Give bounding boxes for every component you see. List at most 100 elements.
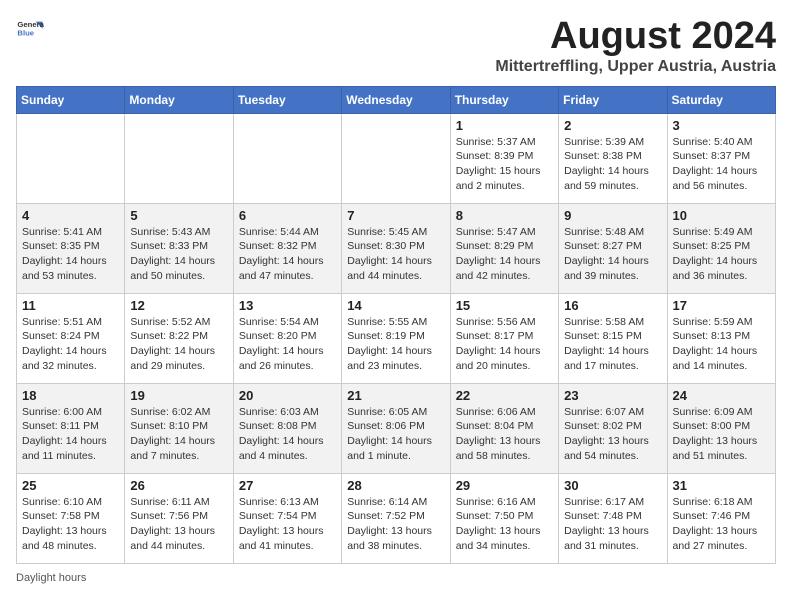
calendar-cell: 23Sunrise: 6:07 AM Sunset: 8:02 PM Dayli… xyxy=(559,383,667,473)
column-header-monday: Monday xyxy=(125,86,233,113)
calendar-cell: 10Sunrise: 5:49 AM Sunset: 8:25 PM Dayli… xyxy=(667,203,775,293)
calendar-cell: 24 Sunrise: 6:09 AM Sunset: 8:00 PM Dayli… xyxy=(667,383,775,473)
day-info: Sunrise: 6:13 AM Sunset: 7:54 PM Dayligh… xyxy=(239,495,336,554)
page-title: August 2024 xyxy=(495,16,776,58)
calendar-cell: 9 Sunrise: 5:48 AM Sunset: 8:27 PM Daylig… xyxy=(559,203,667,293)
calendar-cell: 28Sunrise: 6:14 AM Sunset: 7:52 PM Dayli… xyxy=(342,473,450,563)
day-number: 30 xyxy=(564,478,661,493)
calendar-cell: 22Sunrise: 6:06 AM Sunset: 8:04 PM Dayli… xyxy=(450,383,558,473)
day-number: 15 xyxy=(456,298,553,313)
calendar-week-4: 18Sunrise: 6:00 AM Sunset: 8:11 PM Dayli… xyxy=(17,383,776,473)
calendar-week-1: 1Sunrise: 5:37 AM Sunset: 8:39 PM Daylig… xyxy=(17,113,776,203)
header-row: SundayMondayTuesdayWednesdayThursdayFrid… xyxy=(17,86,776,113)
calendar-cell: 21 Sunrise: 6:05 AM Sunset: 8:06 PM Dayli… xyxy=(342,383,450,473)
day-number: 1 xyxy=(456,118,553,133)
day-info: Sunrise: 5:58 AM Sunset: 8:15 PM Dayligh… xyxy=(564,315,661,374)
day-info: Sunrise: 5:45 AM Sunset: 8:30 PM Dayligh… xyxy=(347,225,444,284)
calendar-cell: 1Sunrise: 5:37 AM Sunset: 8:39 PM Daylig… xyxy=(450,113,558,203)
calendar-cell: 4Sunrise: 5:41 AM Sunset: 8:35 PM Daylig… xyxy=(17,203,125,293)
calendar-cell: 3 Sunrise: 5:40 AM Sunset: 8:37 PM Daylig… xyxy=(667,113,775,203)
calendar-week-2: 4Sunrise: 5:41 AM Sunset: 8:35 PM Daylig… xyxy=(17,203,776,293)
calendar-cell: 16 Sunrise: 5:58 AM Sunset: 8:15 PM Dayli… xyxy=(559,293,667,383)
calendar-cell: 26Sunrise: 6:11 AM Sunset: 7:56 PM Dayli… xyxy=(125,473,233,563)
logo: General Blue xyxy=(16,16,44,44)
calendar-cell: 2 Sunrise: 5:39 AM Sunset: 8:38 PM Daylig… xyxy=(559,113,667,203)
day-number: 19 xyxy=(130,388,227,403)
calendar-cell: 29 Sunrise: 6:16 AM Sunset: 7:50 PM Dayli… xyxy=(450,473,558,563)
calendar-table: SundayMondayTuesdayWednesdayThursdayFrid… xyxy=(16,86,776,564)
day-number: 11 xyxy=(22,298,119,313)
day-number: 9 xyxy=(564,208,661,223)
day-number: 17 xyxy=(673,298,770,313)
title-area: August 2024 Mittertreffling, Upper Austr… xyxy=(495,16,776,76)
day-number: 18 xyxy=(22,388,119,403)
calendar-cell: 7 Sunrise: 5:45 AM Sunset: 8:30 PM Daylig… xyxy=(342,203,450,293)
day-info: Sunrise: 6:05 AM Sunset: 8:06 PM Dayligh… xyxy=(347,405,444,464)
column-header-saturday: Saturday xyxy=(667,86,775,113)
day-number: 5 xyxy=(130,208,227,223)
day-info: Sunrise: 6:02 AM Sunset: 8:10 PM Dayligh… xyxy=(130,405,227,464)
calendar-cell: 31 Sunrise: 6:18 AM Sunset: 7:46 PM Dayli… xyxy=(667,473,775,563)
day-info: Sunrise: 5:56 AM Sunset: 8:17 PM Dayligh… xyxy=(456,315,553,374)
calendar-week-3: 11 Sunrise: 5:51 AM Sunset: 8:24 PM Dayli… xyxy=(17,293,776,383)
day-info: Sunrise: 6:17 AM Sunset: 7:48 PM Dayligh… xyxy=(564,495,661,554)
svg-text:General: General xyxy=(17,20,44,29)
day-number: 7 xyxy=(347,208,444,223)
calendar-cell xyxy=(17,113,125,203)
column-header-tuesday: Tuesday xyxy=(233,86,341,113)
svg-text:Blue: Blue xyxy=(17,29,34,38)
day-info: Sunrise: 5:48 AM Sunset: 8:27 PM Dayligh… xyxy=(564,225,661,284)
day-number: 24 xyxy=(673,388,770,403)
calendar-cell: 8Sunrise: 5:47 AM Sunset: 8:29 PM Daylig… xyxy=(450,203,558,293)
calendar-cell: 20 Sunrise: 6:03 AM Sunset: 8:08 PM Dayli… xyxy=(233,383,341,473)
day-info: Sunrise: 5:51 AM Sunset: 8:24 PM Dayligh… xyxy=(22,315,119,374)
day-info: Sunrise: 5:59 AM Sunset: 8:13 PM Dayligh… xyxy=(673,315,770,374)
calendar-cell: 12Sunrise: 5:52 AM Sunset: 8:22 PM Dayli… xyxy=(125,293,233,383)
day-number: 27 xyxy=(239,478,336,493)
calendar-header: SundayMondayTuesdayWednesdayThursdayFrid… xyxy=(17,86,776,113)
calendar-cell: 27 Sunrise: 6:13 AM Sunset: 7:54 PM Dayli… xyxy=(233,473,341,563)
calendar-cell: 19 Sunrise: 6:02 AM Sunset: 8:10 PM Dayli… xyxy=(125,383,233,473)
calendar-cell xyxy=(233,113,341,203)
day-number: 2 xyxy=(564,118,661,133)
day-info: Sunrise: 6:16 AM Sunset: 7:50 PM Dayligh… xyxy=(456,495,553,554)
day-number: 4 xyxy=(22,208,119,223)
day-info: Sunrise: 5:54 AM Sunset: 8:20 PM Dayligh… xyxy=(239,315,336,374)
calendar-cell: 18Sunrise: 6:00 AM Sunset: 8:11 PM Dayli… xyxy=(17,383,125,473)
day-info: Sunrise: 6:18 AM Sunset: 7:46 PM Dayligh… xyxy=(673,495,770,554)
logo-icon: General Blue xyxy=(16,16,44,44)
calendar-cell: 11 Sunrise: 5:51 AM Sunset: 8:24 PM Dayli… xyxy=(17,293,125,383)
calendar-week-5: 25Sunrise: 6:10 AM Sunset: 7:58 PM Dayli… xyxy=(17,473,776,563)
calendar-cell: 6Sunrise: 5:44 AM Sunset: 8:32 PM Daylig… xyxy=(233,203,341,293)
day-info: Sunrise: 5:49 AM Sunset: 8:25 PM Dayligh… xyxy=(673,225,770,284)
day-info: Sunrise: 6:03 AM Sunset: 8:08 PM Dayligh… xyxy=(239,405,336,464)
day-info: Sunrise: 6:09 AM Sunset: 8:00 PM Dayligh… xyxy=(673,405,770,464)
day-number: 25 xyxy=(22,478,119,493)
day-number: 20 xyxy=(239,388,336,403)
calendar-cell xyxy=(342,113,450,203)
footer-text: Daylight hours xyxy=(16,572,86,584)
day-info: Sunrise: 5:55 AM Sunset: 8:19 PM Dayligh… xyxy=(347,315,444,374)
column-header-wednesday: Wednesday xyxy=(342,86,450,113)
calendar-cell: 25Sunrise: 6:10 AM Sunset: 7:58 PM Dayli… xyxy=(17,473,125,563)
calendar-cell xyxy=(125,113,233,203)
calendar-cell: 5 Sunrise: 5:43 AM Sunset: 8:33 PM Daylig… xyxy=(125,203,233,293)
calendar-cell: 30 Sunrise: 6:17 AM Sunset: 7:48 PM Dayli… xyxy=(559,473,667,563)
footer: Daylight hours xyxy=(16,572,776,584)
day-info: Sunrise: 5:43 AM Sunset: 8:33 PM Dayligh… xyxy=(130,225,227,284)
header: General Blue August 2024 Mittertreffling… xyxy=(16,16,776,76)
day-info: Sunrise: 5:40 AM Sunset: 8:37 PM Dayligh… xyxy=(673,135,770,194)
calendar-body: 1Sunrise: 5:37 AM Sunset: 8:39 PM Daylig… xyxy=(17,113,776,563)
day-number: 16 xyxy=(564,298,661,313)
day-number: 3 xyxy=(673,118,770,133)
day-number: 21 xyxy=(347,388,444,403)
day-number: 8 xyxy=(456,208,553,223)
day-number: 12 xyxy=(130,298,227,313)
day-info: Sunrise: 6:11 AM Sunset: 7:56 PM Dayligh… xyxy=(130,495,227,554)
day-number: 29 xyxy=(456,478,553,493)
day-number: 31 xyxy=(673,478,770,493)
day-number: 28 xyxy=(347,478,444,493)
page-subtitle: Mittertreffling, Upper Austria, Austria xyxy=(495,58,776,76)
day-number: 23 xyxy=(564,388,661,403)
day-info: Sunrise: 5:39 AM Sunset: 8:38 PM Dayligh… xyxy=(564,135,661,194)
